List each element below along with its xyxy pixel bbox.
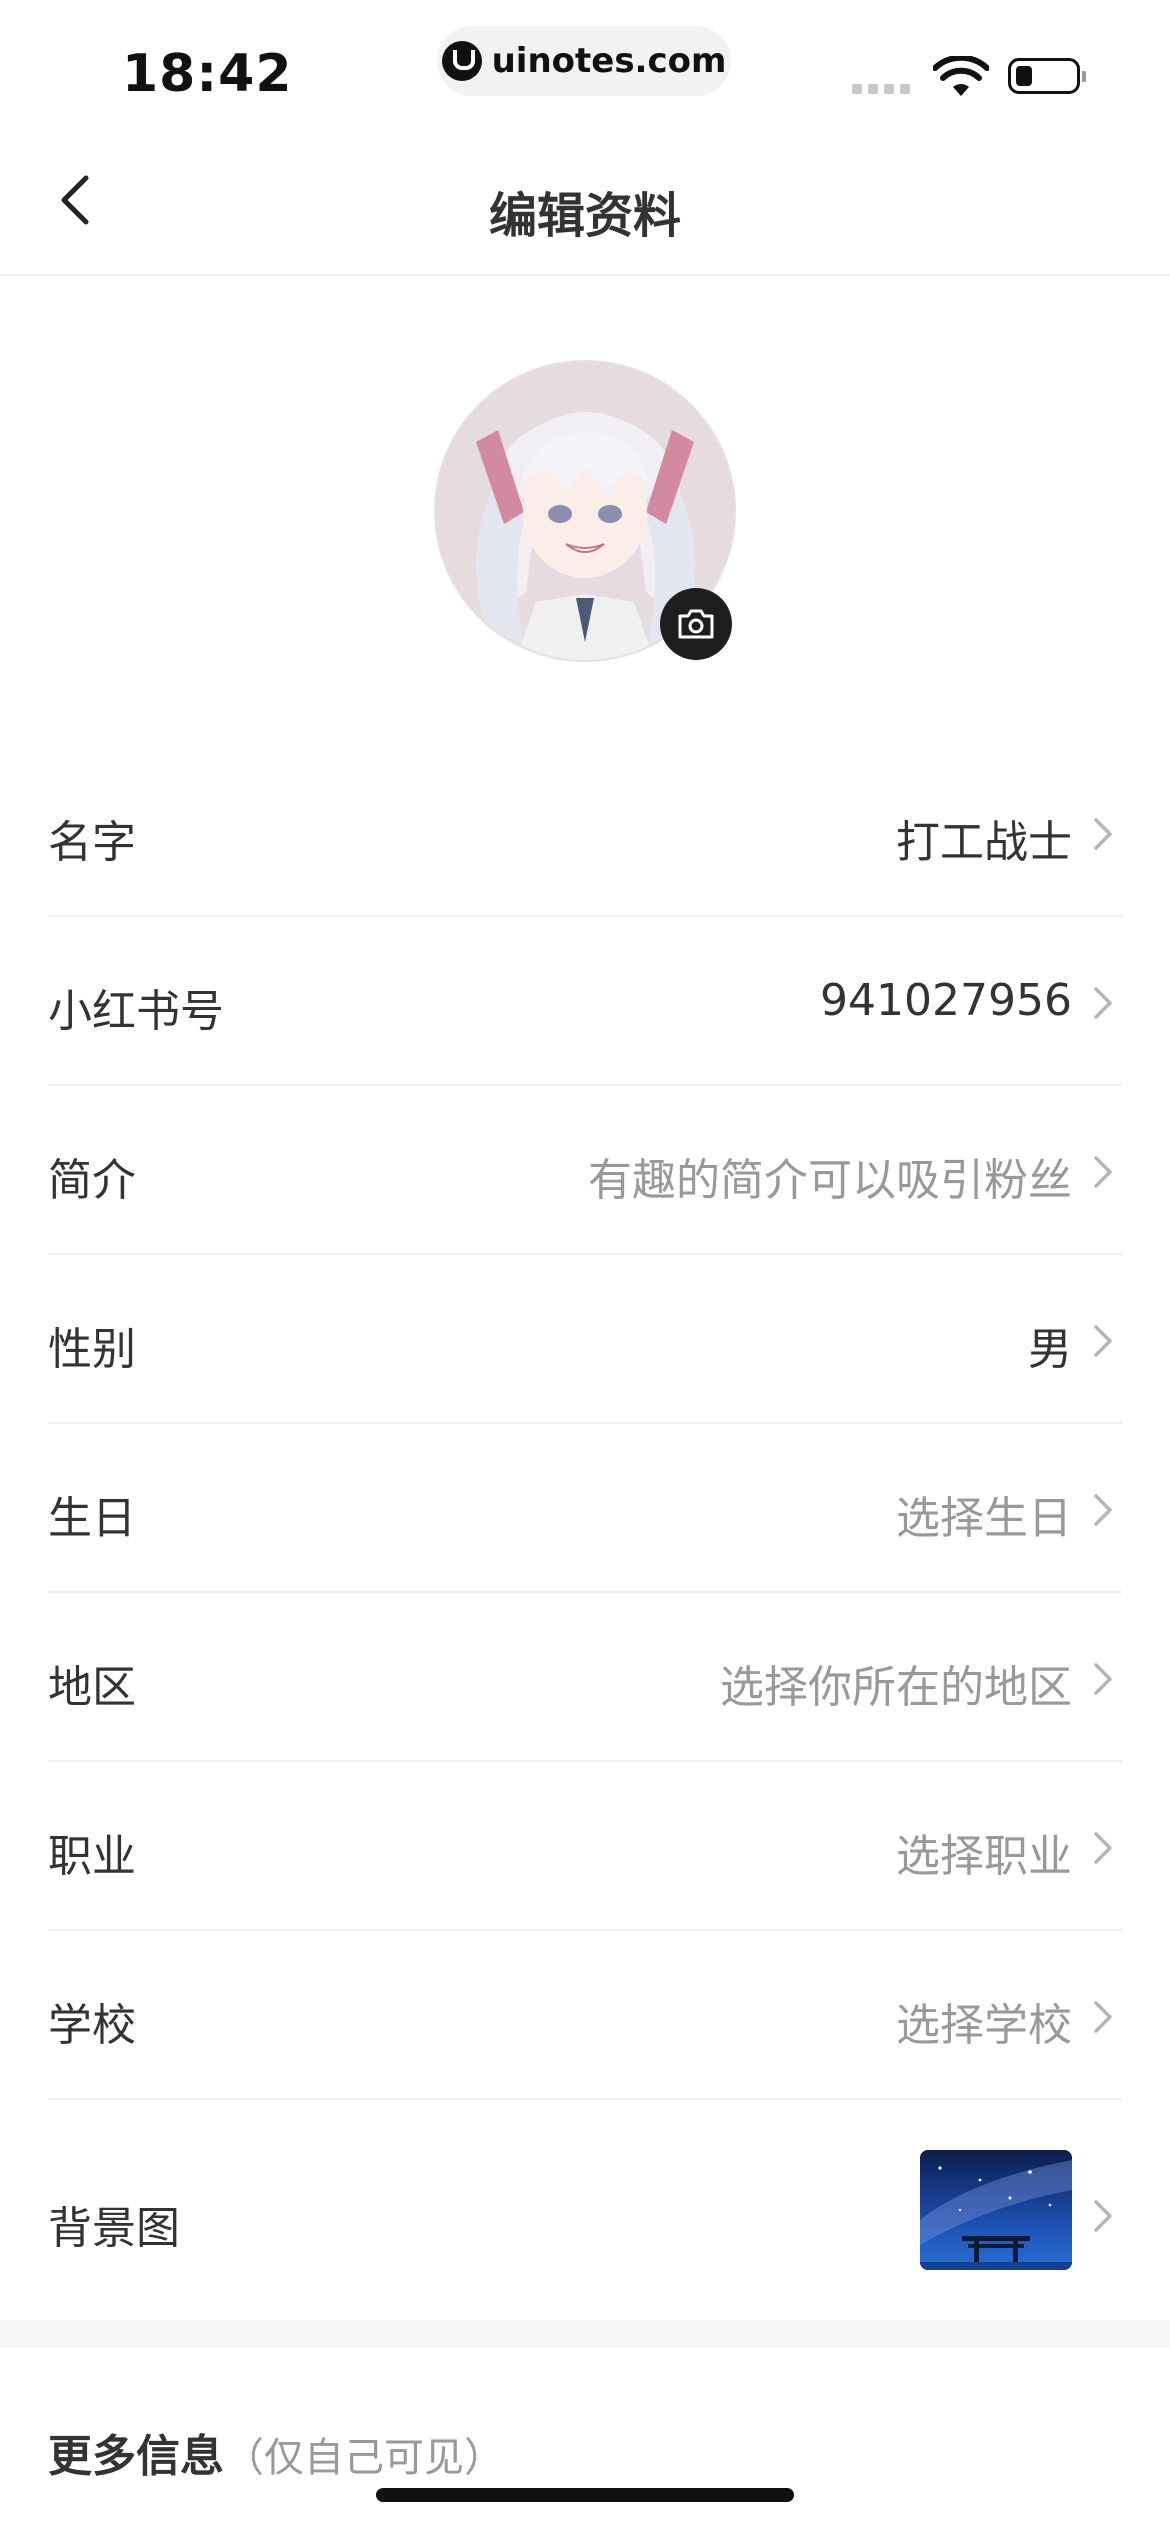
row-gender[interactable]: 性别 男	[48, 1255, 1122, 1424]
row-label: 地区	[48, 1662, 136, 1713]
more-info-header: 更多信息（仅自己可见）	[48, 2420, 504, 2484]
row-value: 选择生日	[896, 1493, 1072, 1544]
row-value: 选择职业	[896, 1831, 1072, 1882]
chevron-right-icon	[1094, 1156, 1112, 1188]
battery-icon	[1008, 58, 1086, 94]
row-label: 职业	[48, 1831, 136, 1882]
row-label: 名字	[48, 817, 136, 868]
change-avatar-button[interactable]	[660, 588, 732, 660]
row-occupation[interactable]: 职业 选择职业	[48, 1762, 1122, 1931]
row-label: 性别	[48, 1324, 136, 1375]
row-label: 小红书号	[48, 986, 224, 1037]
url-text: uinotes.com	[491, 41, 727, 81]
chevron-right-icon	[1094, 1494, 1112, 1526]
row-birthday[interactable]: 生日 选择生日	[48, 1424, 1122, 1593]
row-label: 简介	[48, 1155, 136, 1206]
row-background-image[interactable]: 背景图	[48, 2100, 1122, 2330]
chevron-right-icon	[1094, 987, 1112, 1019]
avatar-editor[interactable]	[434, 360, 736, 662]
row-value: 941027956	[820, 975, 1072, 1026]
row-label: 生日	[48, 1493, 136, 1544]
cellular-signal-icon	[852, 84, 910, 94]
status-bar: 18:42 uinotes.com	[0, 0, 1170, 130]
status-time: 18:42	[122, 44, 293, 104]
section-divider	[0, 2320, 1170, 2348]
row-bio[interactable]: 简介 有趣的简介可以吸引粉丝	[48, 1086, 1122, 1255]
wifi-icon	[933, 56, 989, 96]
chevron-right-icon	[1094, 1832, 1112, 1864]
camera-icon	[678, 609, 714, 639]
more-info-subtitle: （仅自己可见）	[224, 2435, 504, 2481]
chevron-right-icon	[1094, 818, 1112, 850]
row-xiaohongshu-id[interactable]: 小红书号 941027956	[48, 917, 1122, 1086]
row-value: 男	[1028, 1324, 1072, 1375]
profile-fields: 名字 打工战士 小红书号 941027956 简介 有趣的简介可以吸引粉丝 性别…	[0, 748, 1170, 2330]
chevron-right-icon	[1094, 1663, 1112, 1695]
chevron-right-icon	[1094, 2200, 1112, 2232]
background-image-thumbnail	[920, 2150, 1072, 2270]
row-label: 学校	[48, 2000, 136, 2051]
row-value: 打工战士	[896, 817, 1072, 868]
row-school[interactable]: 学校 选择学校	[48, 1931, 1122, 2100]
row-value: 有趣的简介可以吸引粉丝	[588, 1155, 1072, 1206]
chevron-right-icon	[1094, 1325, 1112, 1357]
home-indicator[interactable]	[376, 2488, 794, 2502]
row-region[interactable]: 地区 选择你所在的地区	[48, 1593, 1122, 1762]
row-name[interactable]: 名字 打工战士	[48, 748, 1122, 917]
nav-bar: 编辑资料	[0, 130, 1170, 276]
row-value: 选择学校	[896, 2000, 1072, 2051]
site-logo-icon	[441, 41, 482, 81]
page-title: 编辑资料	[488, 188, 681, 244]
chevron-right-icon	[1094, 2001, 1112, 2033]
more-info-title: 更多信息	[48, 2431, 224, 2482]
row-label: 背景图	[48, 2203, 180, 2254]
row-value: 选择你所在的地区	[720, 1662, 1072, 1713]
url-pill[interactable]: uinotes.com	[437, 26, 731, 96]
